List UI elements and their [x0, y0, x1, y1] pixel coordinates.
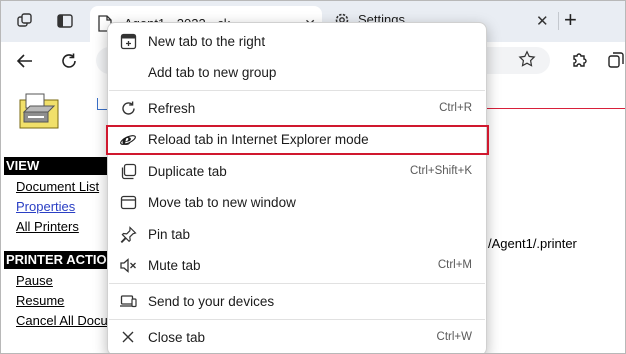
- close-icon: [118, 327, 138, 347]
- menu-item-label: Mute tab: [148, 258, 201, 273]
- workspaces-icon[interactable]: [14, 10, 36, 32]
- new-tab-icon: [118, 31, 138, 51]
- extensions-puzzle-icon[interactable]: [570, 50, 590, 75]
- menu-item-label: New tab to the right: [148, 34, 266, 49]
- menu-item-reload-ie-mode[interactable]: e Reload tab in Internet Explorer mode: [108, 124, 486, 155]
- menu-item-add-to-group[interactable]: Add tab to new group: [108, 57, 486, 88]
- printer-url-text: /Agent1/.printer: [488, 236, 577, 251]
- menu-item-label: Close tab: [148, 330, 206, 345]
- back-icon[interactable]: [14, 50, 36, 72]
- cancel-all-documents-link[interactable]: Cancel All Documents: [16, 313, 108, 328]
- vertical-tabs-icon[interactable]: [54, 10, 76, 32]
- new-tab-button[interactable]: +: [564, 8, 577, 32]
- duplicate-icon: [118, 161, 138, 181]
- menu-item-new-tab-right[interactable]: New tab to the right: [108, 26, 486, 57]
- devices-icon: [118, 291, 138, 311]
- menu-item-shortcut: Ctrl+W: [436, 331, 472, 343]
- menu-item-label: Pin tab: [148, 227, 191, 242]
- speaker-mute-icon: [118, 255, 138, 275]
- menu-item-label: Refresh: [148, 101, 196, 116]
- pause-link[interactable]: Pause: [16, 273, 108, 288]
- header-rule: [480, 108, 626, 109]
- menu-item-close-tab[interactable]: Close tab Ctrl+W: [108, 322, 486, 353]
- printer-actions-heading: PRINTER ACTIONS: [4, 251, 108, 269]
- menu-item-send-to-devices[interactable]: Send to your devices: [108, 286, 486, 317]
- tab-context-menu: New tab to the right Add tab to new grou…: [107, 22, 487, 354]
- resume-link[interactable]: Resume: [16, 293, 108, 308]
- menu-item-label: Reload tab in Internet Explorer mode: [148, 132, 369, 147]
- divider-mark: [97, 98, 107, 110]
- menu-item-shortcut: Ctrl+R: [439, 102, 472, 114]
- tab-divider: [558, 12, 559, 30]
- refresh-icon: [118, 98, 138, 118]
- menu-item-label: Move tab to new window: [148, 195, 296, 210]
- menu-item-label: Duplicate tab: [148, 164, 227, 179]
- menu-separator: [109, 319, 485, 320]
- printer-logo-icon: [18, 90, 60, 130]
- menu-separator: [109, 283, 485, 284]
- collections-icon[interactable]: [606, 50, 626, 75]
- menu-item-refresh[interactable]: Refresh Ctrl+R: [108, 93, 486, 124]
- menu-item-shortcut: Ctrl+Shift+K: [410, 165, 472, 177]
- menu-item-shortcut: Ctrl+M: [437, 259, 472, 271]
- menu-item-label: Send to your devices: [148, 294, 275, 309]
- menu-item-move-to-window[interactable]: Move tab to new window: [108, 187, 486, 218]
- view-heading: VIEW: [4, 157, 108, 175]
- menu-item-label: Add tab to new group: [148, 65, 277, 80]
- close-tab-icon[interactable]: ✕: [536, 12, 549, 30]
- window-icon: [118, 192, 138, 212]
- menu-separator: [109, 90, 485, 91]
- document-list-link[interactable]: Document List: [16, 179, 108, 194]
- refresh-icon[interactable]: [58, 50, 80, 72]
- internet-explorer-icon: e: [118, 129, 138, 149]
- menu-item-duplicate-tab[interactable]: Duplicate tab Ctrl+Shift+K: [108, 156, 486, 187]
- pin-icon: [118, 224, 138, 244]
- properties-link[interactable]: Properties: [16, 199, 108, 214]
- menu-item-pin-tab[interactable]: Pin tab: [108, 219, 486, 250]
- all-printers-link[interactable]: All Printers: [16, 219, 108, 234]
- menu-item-mute-tab[interactable]: Mute tab Ctrl+M: [108, 250, 486, 281]
- favorite-star-icon[interactable]: [518, 50, 536, 73]
